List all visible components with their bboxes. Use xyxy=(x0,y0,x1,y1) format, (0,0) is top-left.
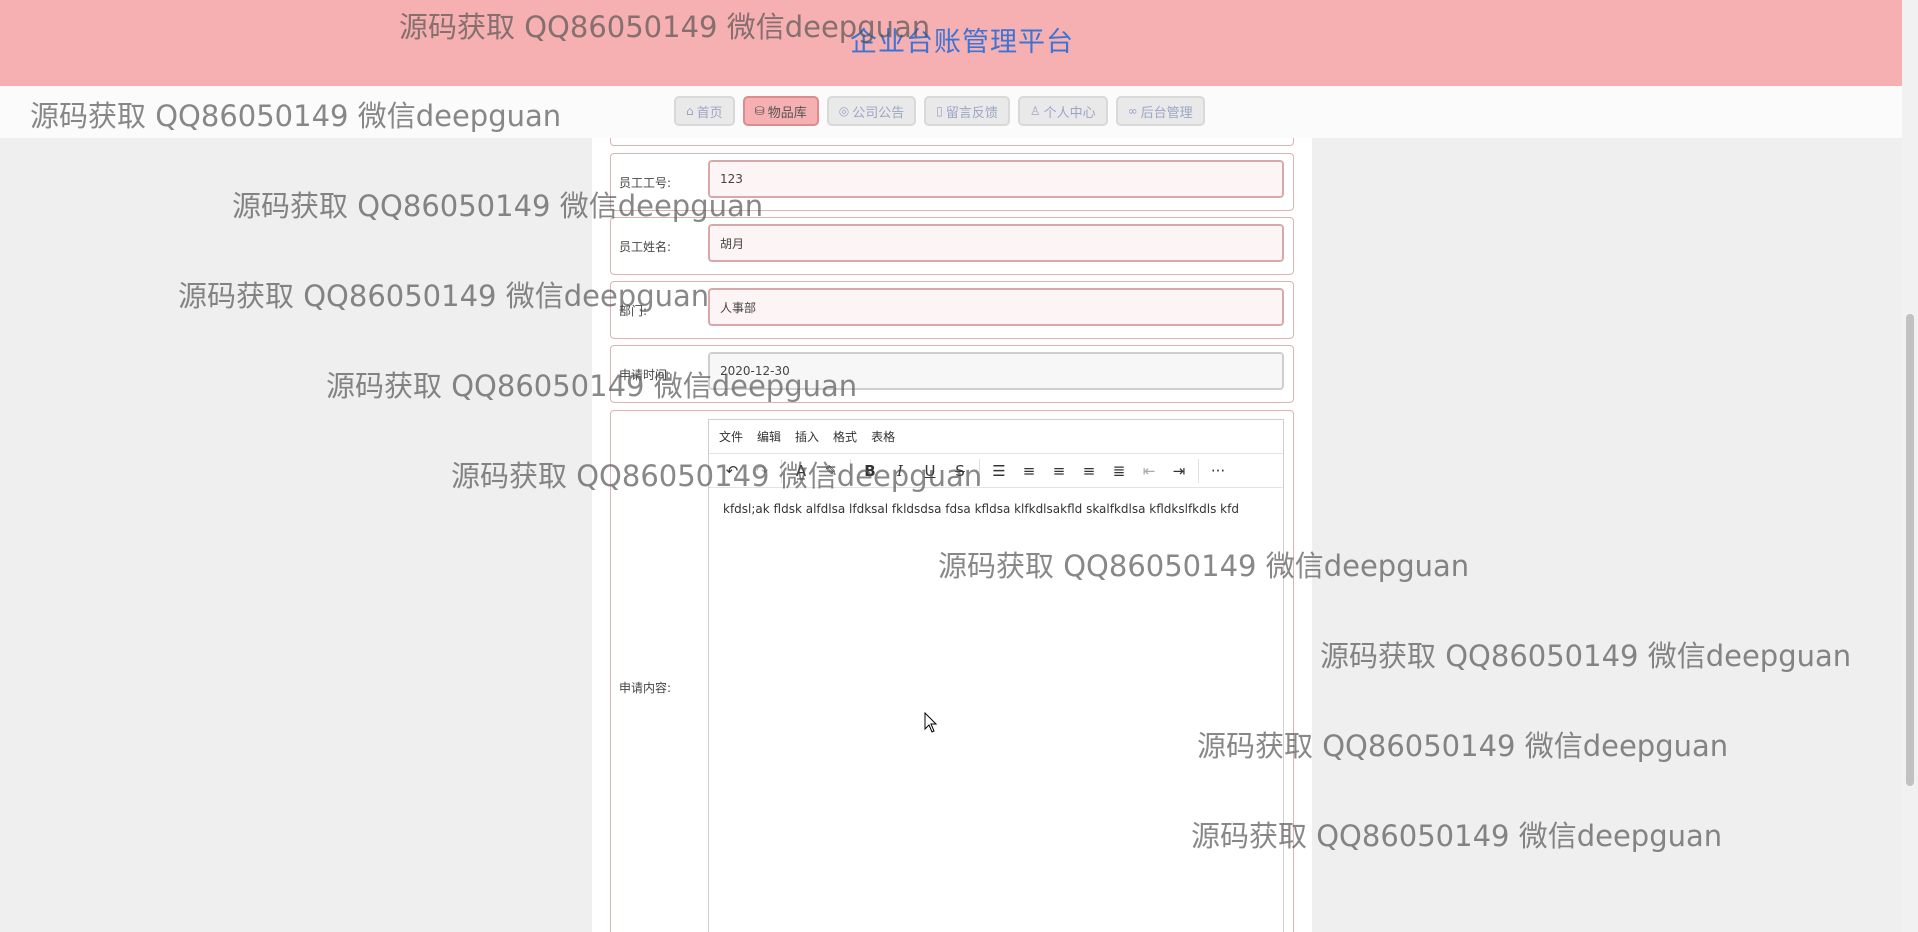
strikethrough-icon[interactable]: S xyxy=(945,457,975,485)
watermark-text: 源码获取 QQ86050149 微信deepguan xyxy=(1320,639,1852,673)
bold-icon[interactable]: B xyxy=(855,457,885,485)
menu-insert[interactable]: 插入 xyxy=(795,428,819,445)
mouse-cursor-icon xyxy=(924,712,938,733)
employee-id-label: 员工工号: xyxy=(619,175,672,190)
scrollbar-thumb[interactable] xyxy=(1906,314,1914,786)
editor-menubar: 文件 编辑 插入 格式 表格 xyxy=(709,420,1283,454)
content-label: 申请内容: xyxy=(619,681,672,695)
editor-content[interactable]: kfdsl;ak fldsk alfdlsa lfdksal fkldsdsa … xyxy=(709,488,1283,516)
apply-time-input[interactable] xyxy=(708,352,1284,390)
nav-home-label: 首页 xyxy=(696,105,723,121)
nav-items: ⌂ 首页 ⛁ 物品库 ◎ 公司公告 ▯ 留言反馈 ♙ 个人中心 ∞ 后台管理 xyxy=(674,96,1205,126)
italic-icon[interactable]: I xyxy=(885,457,915,485)
indent-icon[interactable]: ⇥ xyxy=(1164,457,1194,485)
align-right-icon[interactable]: ≡ xyxy=(1074,457,1104,485)
user-icon: ♙ xyxy=(1029,104,1041,118)
employee-name-label: 员工姓名: xyxy=(619,239,672,254)
nav-announcements-label: 公司公告 xyxy=(852,105,905,121)
menu-edit[interactable]: 编辑 xyxy=(757,428,781,445)
apply-time-label: 申请时间: xyxy=(619,367,672,382)
apply-time-row: 申请时间: xyxy=(610,345,1294,403)
employee-id-input[interactable] xyxy=(708,160,1284,198)
align-center-icon[interactable]: ≡ xyxy=(1044,457,1074,485)
department-row: 部门: xyxy=(610,281,1294,339)
nav-admin[interactable]: ∞ 后台管理 xyxy=(1115,96,1205,126)
nav-admin-label: 后台管理 xyxy=(1140,105,1193,121)
database-icon: ⛁ xyxy=(754,104,765,118)
department-label: 部门: xyxy=(619,303,648,318)
toolbar-divider xyxy=(850,458,851,483)
outdent-icon[interactable]: ⇤ xyxy=(1134,457,1164,485)
link-icon: ∞ xyxy=(1127,104,1138,118)
toolbar-divider xyxy=(979,458,980,483)
employee-name-input[interactable] xyxy=(708,224,1284,262)
top-banner: 企业台账管理平台 xyxy=(0,0,1902,86)
nav-feedback-label: 留言反馈 xyxy=(945,105,998,121)
home-icon: ⌂ xyxy=(686,104,694,118)
menu-table[interactable]: 表格 xyxy=(871,428,895,445)
note-icon: ▯ xyxy=(936,104,943,118)
nav-bar: ⌂ 首页 ⛁ 物品库 ◎ 公司公告 ▯ 留言反馈 ♙ 个人中心 ∞ 后台管理 xyxy=(0,86,1902,138)
align-justify-icon[interactable]: ≣ xyxy=(1104,457,1134,485)
nav-items-library-label: 物品库 xyxy=(767,105,807,121)
underline-icon[interactable]: U xyxy=(915,457,945,485)
align-left-icon[interactable]: ≡ xyxy=(1014,457,1044,485)
editor-toolbar: ↶ ↷ A̲ ✎ B I U S ☰ ≡ ≡ ≡ ≣ ⇤ ⇥ ··· xyxy=(709,454,1283,488)
nav-profile-label: 个人中心 xyxy=(1043,105,1096,121)
nav-items-library[interactable]: ⛁ 物品库 xyxy=(742,96,819,126)
menu-file[interactable]: 文件 xyxy=(719,428,743,445)
nav-profile[interactable]: ♙ 个人中心 xyxy=(1017,96,1108,126)
department-input[interactable] xyxy=(708,288,1284,326)
employee-id-row: 员工工号: xyxy=(610,153,1294,211)
vertical-scrollbar[interactable] xyxy=(1902,0,1918,932)
rich-text-editor: 文件 编辑 插入 格式 表格 ↶ ↷ A̲ ✎ B I U S ☰ ≡ ≡ ≡ … xyxy=(708,419,1284,932)
nav-feedback[interactable]: ▯ 留言反馈 xyxy=(924,96,1010,126)
text-color-icon[interactable]: A̲ xyxy=(786,457,816,485)
toolbar-divider xyxy=(1198,458,1199,483)
toolbar-divider xyxy=(781,458,782,483)
list-icon[interactable]: ☰ xyxy=(984,457,1014,485)
menu-format[interactable]: 格式 xyxy=(833,428,857,445)
redo-icon[interactable]: ↷ xyxy=(747,457,777,485)
more-icon[interactable]: ··· xyxy=(1203,457,1233,485)
highlight-icon[interactable]: ✎ xyxy=(816,457,846,485)
employee-name-row: 员工姓名: xyxy=(610,217,1294,275)
undo-icon[interactable]: ↶ xyxy=(717,457,747,485)
chat-icon: ◎ xyxy=(838,104,850,118)
nav-announcements[interactable]: ◎ 公司公告 xyxy=(826,96,917,126)
content-editor-row: 申请内容: 文件 编辑 插入 格式 表格 ↶ ↷ A̲ ✎ B I U S ☰ … xyxy=(610,410,1294,932)
site-title: 企业台账管理平台 xyxy=(850,27,1074,58)
nav-home[interactable]: ⌂ 首页 xyxy=(674,96,735,126)
